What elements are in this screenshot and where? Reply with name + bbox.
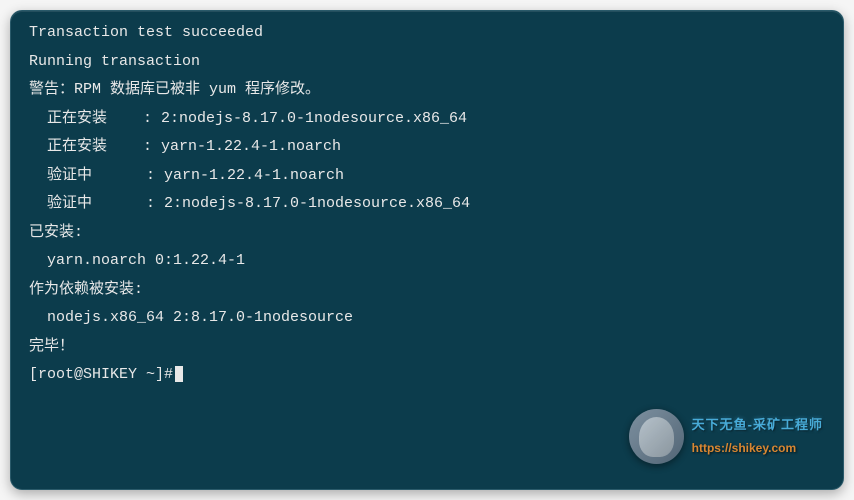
terminal-line: 正在安装 : yarn-1.22.4-1.noarch bbox=[29, 133, 825, 162]
terminal-content: Transaction test succeeded Running trans… bbox=[29, 19, 825, 390]
watermark-avatar-icon bbox=[629, 409, 684, 464]
cursor-icon bbox=[175, 366, 183, 382]
terminal-line: 验证中 : yarn-1.22.4-1.noarch bbox=[29, 162, 825, 191]
terminal-line: 作为依赖被安装: bbox=[29, 276, 825, 305]
terminal-line: Transaction test succeeded bbox=[29, 19, 825, 48]
terminal-line: Running transaction bbox=[29, 48, 825, 77]
terminal-line: 已安装: bbox=[29, 219, 825, 248]
terminal-line: yarn.noarch 0:1.22.4-1 bbox=[29, 247, 825, 276]
watermark: 天下无鱼-采矿工程师 https://shikey.com bbox=[629, 409, 823, 464]
terminal-line: nodejs.x86_64 2:8.17.0-1nodesource bbox=[29, 304, 825, 333]
terminal-line: 验证中 : 2:nodejs-8.17.0-1nodesource.x86_64 bbox=[29, 190, 825, 219]
terminal-line: 警告：RPM 数据库已被非 yum 程序修改。 bbox=[29, 76, 825, 105]
prompt-text: [root@SHIKEY ~]# bbox=[29, 366, 173, 383]
terminal-line: 正在安装 : 2:nodejs-8.17.0-1nodesource.x86_6… bbox=[29, 105, 825, 134]
watermark-title: 天下无鱼-采矿工程师 bbox=[692, 413, 823, 438]
watermark-text: 天下无鱼-采矿工程师 https://shikey.com bbox=[692, 413, 823, 460]
terminal-line: 完毕！ bbox=[29, 333, 825, 362]
terminal-prompt[interactable]: [root@SHIKEY ~]# bbox=[29, 361, 825, 390]
watermark-url: https://shikey.com bbox=[692, 437, 823, 460]
terminal-window[interactable]: Transaction test succeeded Running trans… bbox=[10, 10, 844, 490]
